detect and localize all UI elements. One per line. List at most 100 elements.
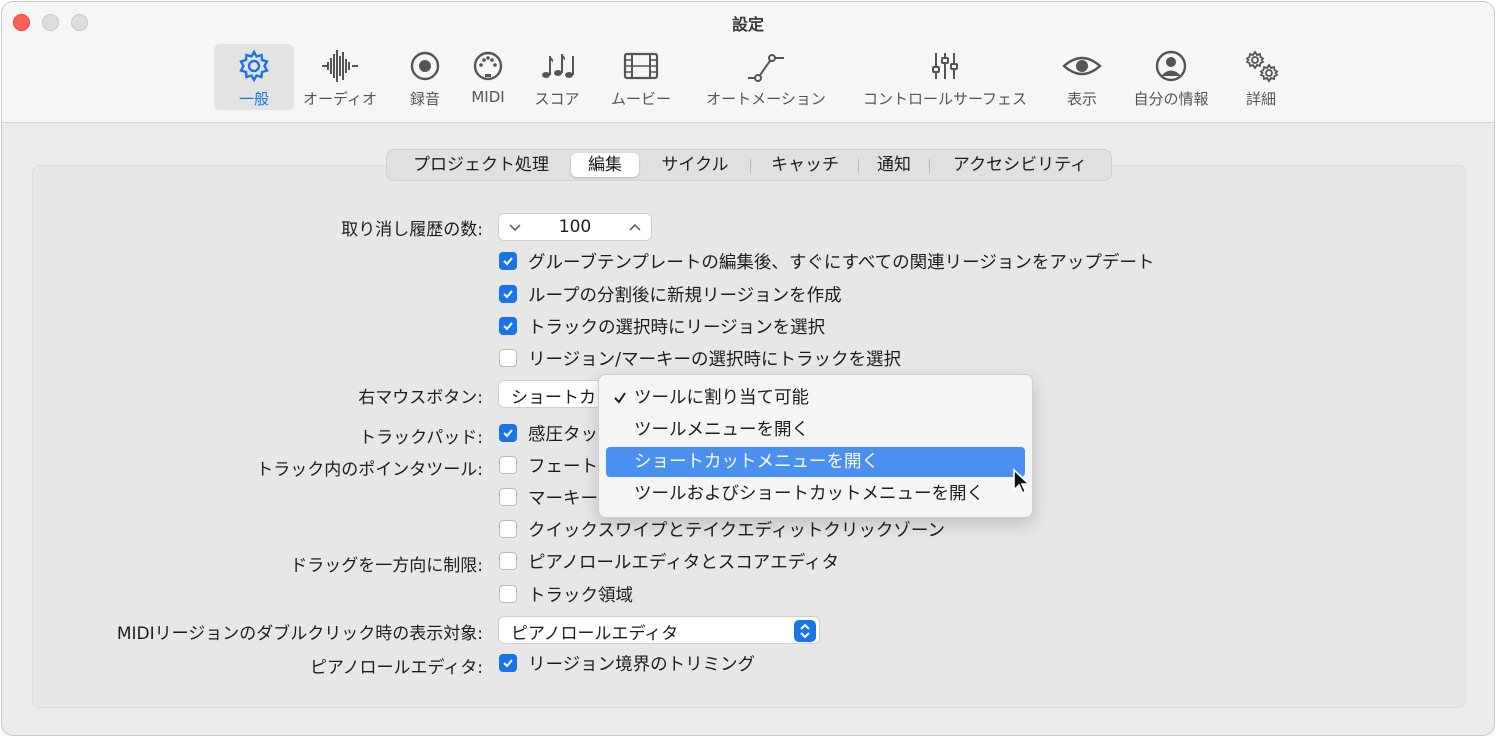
record-icon <box>394 48 456 88</box>
checkbox[interactable] <box>499 488 517 506</box>
pointer-tool-label: トラック内のポインタツール: <box>256 460 483 480</box>
midi-double-click-popup[interactable]: ピアノロールエディタ <box>498 616 820 644</box>
checkbox[interactable] <box>499 520 517 538</box>
toolbar-item-view[interactable]: 表示 <box>1054 44 1110 110</box>
toolbar-item-automation[interactable]: オートメーション <box>696 44 836 110</box>
tab-divider <box>750 159 751 173</box>
toolbar-item-general[interactable]: 一般 <box>214 44 294 110</box>
toolbar-item-score[interactable]: スコア <box>526 44 588 110</box>
toolbar-item-audio[interactable]: オーディオ <box>296 44 384 110</box>
sliders-icon <box>850 48 1040 88</box>
popup-arrows-icon <box>794 620 816 642</box>
toolbar-item-label: オートメーション <box>706 90 826 108</box>
toolbar-item-my-info[interactable]: 自分の情報 <box>1124 44 1218 110</box>
tab-accessibility[interactable]: アクセシビリティ <box>935 153 1105 177</box>
menu-item-label: ツールに割り当て可能 <box>634 388 809 408</box>
checkbox-label: フェート <box>528 456 598 477</box>
undo-steps-label: 取り消し履歴の数: <box>341 220 483 240</box>
toolbar-item-label: ムービー <box>610 90 671 108</box>
midi-double-click-value: ピアノロールエディタ <box>511 624 679 644</box>
checkbox-row[interactable]: リージョン境界のトリミング <box>499 652 756 675</box>
toolbar-item-label: 詳細 <box>1245 90 1276 108</box>
checkbox-row[interactable]: ループの分割後に新規リージョンを作成 <box>499 283 842 306</box>
toolbar-item-midi[interactable]: MIDI <box>460 44 516 110</box>
checkbox-row[interactable]: リージョン/マーキーの選択時にトラックを選択 <box>499 347 902 370</box>
mouse-pointer-icon <box>1012 468 1032 500</box>
toolbar-item-control-surfaces[interactable]: コントロールサーフェス <box>850 44 1040 110</box>
checkbox-row[interactable]: トラックの選択時にリージョンを選択 <box>499 315 826 338</box>
tab-divider <box>858 159 859 173</box>
midi-port-icon <box>460 48 516 88</box>
checkbox-label: グルーブテンプレートの編集後、すぐにすべての関連リージョンをアップデート <box>528 252 1155 273</box>
checkbox-row[interactable]: トラック領域 <box>499 583 633 606</box>
checkbox[interactable] <box>499 456 517 474</box>
checkbox-label: リージョン/マーキーの選択時にトラックを選択 <box>528 349 902 370</box>
toolbar-item-label: MIDI <box>471 88 505 106</box>
checkbox[interactable] <box>499 585 517 603</box>
checkbox[interactable] <box>499 654 517 672</box>
toolbar-item-label: 一般 <box>238 90 269 108</box>
checkbox-row[interactable]: マーキー <box>499 486 598 509</box>
menu-item-assignable-to-tool[interactable]: ツールに割り当て可能 <box>606 383 1025 413</box>
settings-window: 設定 一般 オーディオ 録音 MIDI スコア ムービー オートメーション コン… <box>1 1 1495 736</box>
toolbar-item-label: コントロールサーフェス <box>862 90 1028 108</box>
gears-icon <box>1232 48 1290 88</box>
checkbox-label: ピアノロールエディタとスコアエディタ <box>528 552 839 573</box>
checkbox-label: 感圧タッ <box>528 424 598 445</box>
checkbox[interactable] <box>499 552 517 570</box>
toolbar-item-record[interactable]: 録音 <box>394 44 456 110</box>
right-mouse-value: ショートカ <box>511 388 596 408</box>
chevron-up-icon[interactable] <box>627 219 643 239</box>
tab-divider <box>929 159 930 173</box>
window-title: 設定 <box>731 15 764 34</box>
film-icon <box>602 48 680 88</box>
checkbox[interactable] <box>499 317 517 335</box>
checkbox-label: リージョン境界のトリミング <box>528 654 756 675</box>
tab-editing[interactable]: 編集 <box>571 153 639 177</box>
checkbox-row[interactable]: グルーブテンプレートの編集後、すぐにすべての関連リージョンをアップデート <box>499 250 1155 273</box>
checkbox-row[interactable]: クイックスワイプとテイクエディットクリックゾーン <box>499 518 946 541</box>
toolbar-item-label: 録音 <box>409 90 440 108</box>
waveform-icon <box>296 48 384 88</box>
trackpad-label: トラックパッド: <box>359 428 483 448</box>
checkbox-label: ループの分割後に新規リージョンを作成 <box>528 285 842 306</box>
right-mouse-menu: ツールに割り当て可能 ツールメニューを開く ショートカットメニューを開く ツール… <box>598 374 1033 518</box>
midi-double-click-label: MIDIリージョンのダブルクリック時の表示対象: <box>116 624 483 644</box>
checkbox[interactable] <box>499 285 517 303</box>
toolbar-item-movie[interactable]: ムービー <box>602 44 680 110</box>
tab-cycle[interactable]: サイクル <box>645 153 745 177</box>
eye-icon <box>1054 48 1110 88</box>
menu-item-label: ツールおよびショートカットメニューを開く <box>634 484 984 504</box>
checkbox-row[interactable]: ピアノロールエディタとスコアエディタ <box>499 550 839 573</box>
checkbox[interactable] <box>499 349 517 367</box>
menu-item-open-tool-menu[interactable]: ツールメニューを開く <box>606 415 1025 445</box>
gear-icon <box>214 48 294 88</box>
right-mouse-popup[interactable]: ショートカ <box>498 380 608 408</box>
right-mouse-label: 右マウスボタン: <box>358 388 483 408</box>
tab-notifications[interactable]: 通知 <box>863 153 925 177</box>
tab-project-handling[interactable]: プロジェクト処理 <box>395 153 567 177</box>
toolbar-item-label: スコア <box>534 90 580 108</box>
checkbox-row[interactable]: 感圧タッ <box>499 422 598 445</box>
checkbox-row[interactable]: フェート <box>499 454 598 477</box>
tab-bar: プロジェクト処理 編集 サイクル キャッチ 通知 アクセシビリティ <box>386 149 1112 181</box>
person-circle-icon <box>1124 48 1218 88</box>
piano-roll-label: ピアノロールエディタ: <box>309 658 483 678</box>
automation-curve-icon <box>696 48 836 88</box>
toolbar-item-advanced[interactable]: 詳細 <box>1232 44 1290 110</box>
toolbar: 設定 一般 オーディオ 録音 MIDI スコア ムービー オートメーション コン… <box>2 2 1494 123</box>
toolbar-item-label: オーディオ <box>303 90 377 108</box>
menu-item-open-shortcut-menu[interactable]: ショートカットメニューを開く <box>606 447 1025 477</box>
checkbox-label: クイックスワイプとテイクエディットクリックゾーン <box>528 520 946 541</box>
drag-limit-label: ドラッグを一方向に制限: <box>290 556 483 576</box>
checkbox-label: マーキー <box>528 488 598 509</box>
checkbox[interactable] <box>499 424 517 442</box>
music-notes-icon <box>526 48 588 88</box>
checkbox[interactable] <box>499 252 517 270</box>
checkmark-icon <box>612 383 628 413</box>
checkbox-label: トラックの選択時にリージョンを選択 <box>528 317 826 338</box>
undo-steps-stepper[interactable]: 100 <box>498 213 652 241</box>
menu-item-open-tool-and-shortcut-menu[interactable]: ツールおよびショートカットメニューを開く <box>606 479 1025 509</box>
toolbar-item-label: 自分の情報 <box>1133 90 1209 108</box>
tab-catch[interactable]: キャッチ <box>755 153 855 177</box>
